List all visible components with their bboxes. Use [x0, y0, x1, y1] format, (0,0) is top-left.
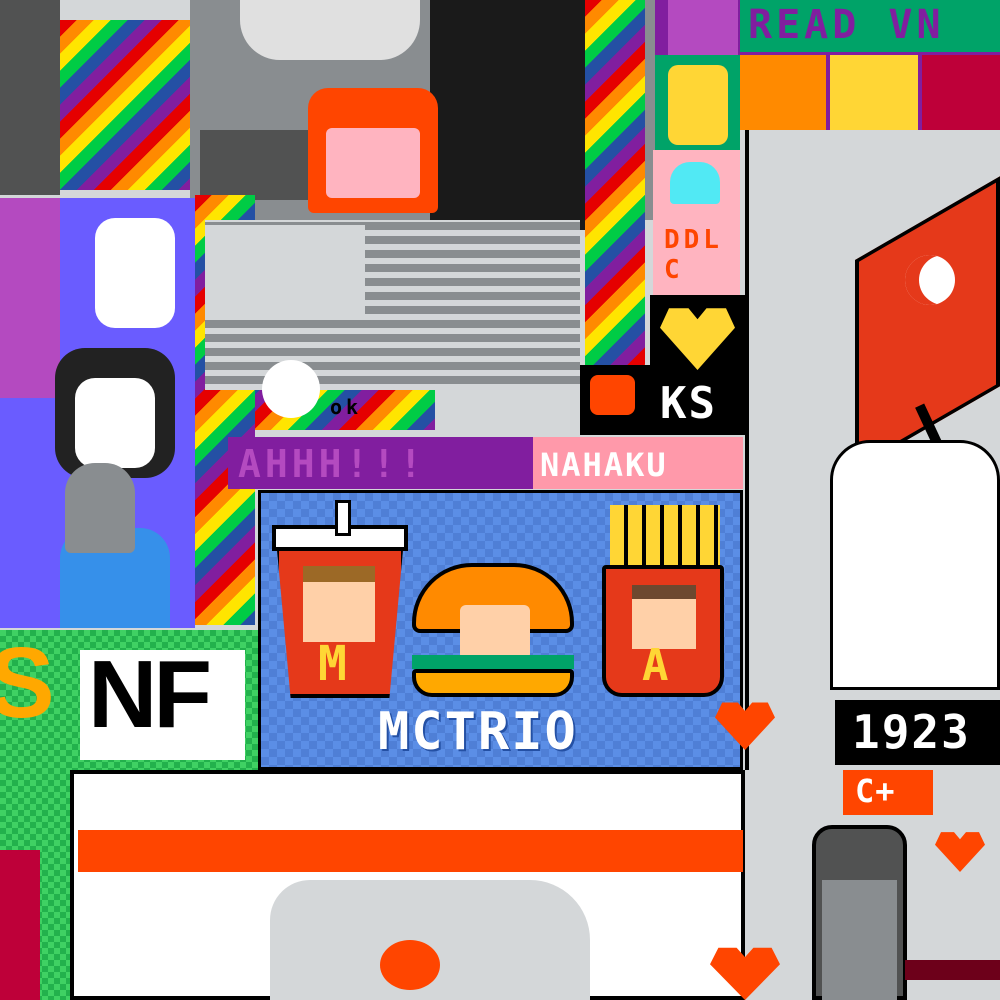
trash-can-body: [822, 880, 897, 1000]
burger-bun-bottom: [412, 669, 574, 697]
portrait-red-hair: [922, 55, 1000, 130]
rainbow-stripe-vertical: [585, 0, 645, 365]
ahh-banner-text: AHHH!!!: [238, 442, 427, 486]
drink-straw: [335, 500, 351, 536]
burger-face: [460, 605, 530, 660]
panel-face-white: [75, 378, 155, 468]
maroon-bar: [905, 960, 1000, 980]
white-cat-character: [262, 360, 320, 418]
portrait-blonde: [830, 55, 918, 130]
character-face: [326, 128, 420, 198]
read-banner-text: READ VN: [748, 2, 945, 48]
panel-white-character: [95, 218, 175, 328]
white-mural-shape: [240, 0, 420, 60]
c-plus-text: C+: [855, 772, 896, 810]
burger-lettuce: [412, 655, 574, 669]
s-letter: S: [0, 627, 59, 739]
black-mural-shape: [430, 0, 590, 230]
sketch-figure: [830, 440, 1000, 690]
ddlc-heart-icon: [670, 162, 720, 204]
small-orange-shape: [590, 375, 635, 415]
ks-text: KS: [660, 378, 717, 429]
orange-haired-character: [308, 88, 438, 213]
ddlc-letters: DDLC: [664, 225, 723, 285]
top-left-dark-panel: [0, 0, 60, 195]
drink-face: [303, 566, 375, 642]
oval-text: ok: [330, 395, 363, 419]
grey-metal-block-light: [205, 225, 365, 315]
fries-letter: A: [642, 640, 673, 691]
panel-purple-area: [0, 198, 60, 398]
year-text: 1923: [852, 705, 971, 759]
dark-mural-band: [200, 130, 320, 200]
portrait-orange-hair: [740, 55, 826, 130]
nahaku-banner-text: NAHAKU: [540, 446, 668, 484]
bottom-red-stripe: [78, 830, 743, 872]
small-heart-icon: [935, 832, 985, 872]
panel-grey-hair-character: [65, 463, 135, 553]
rainbow-stripe-top-left: [60, 20, 190, 190]
portrait-small-top: [668, 0, 738, 55]
drink-letter: M: [318, 636, 351, 692]
flag-crescent-icon: [905, 255, 955, 305]
portrait-blonde-small: [668, 65, 728, 145]
maroon-strip: [0, 850, 40, 1000]
left-art-panel: [0, 198, 195, 628]
bottom-red-splash: [380, 940, 440, 990]
mctrio-title: MCTRIO: [378, 702, 578, 762]
nf-text: NF: [88, 641, 212, 748]
